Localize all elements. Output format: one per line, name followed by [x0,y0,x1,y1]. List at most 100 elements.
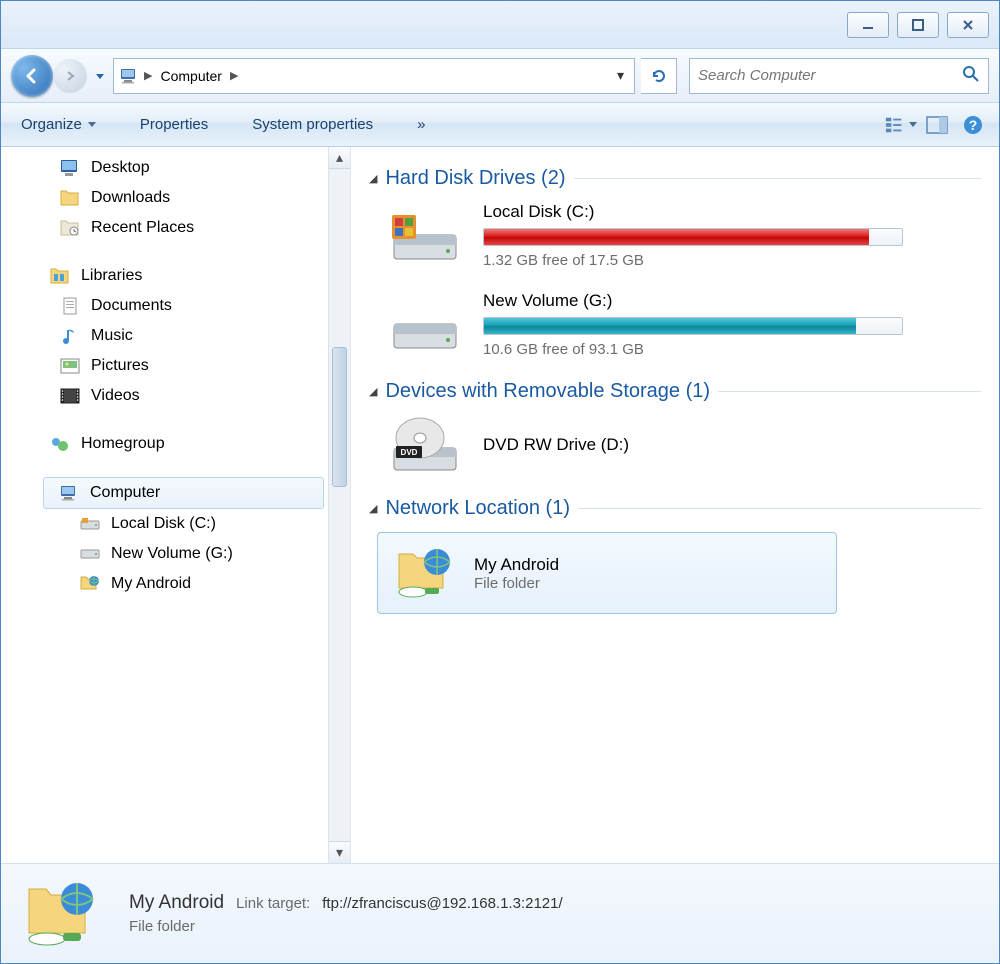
section-title: Network Location (1) [385,497,570,520]
collapse-icon[interactable]: ◢ [369,385,377,398]
network-location-my-android[interactable]: My Android File folder [377,532,837,614]
sidebar-item-label: Local Disk (C:) [111,515,216,533]
sidebar-item-label: Documents [91,297,172,315]
system-properties-button[interactable]: System properties [242,112,383,137]
preview-pane-button[interactable] [921,111,953,139]
svg-text:DVD: DVD [401,448,418,457]
drive-icon [79,513,101,535]
sidebar-item-recent-places[interactable]: Recent Places [1,213,350,243]
sidebar-item-label: My Android [111,575,191,593]
help-button[interactable]: ? [957,111,989,139]
sidebar-item-label: Videos [91,387,140,405]
sidebar-item-label: Pictures [91,357,149,375]
network-folder-icon [394,545,458,601]
sidebar-item-label: Libraries [81,267,142,285]
sidebar-item-label: Recent Places [91,219,194,237]
section-hard-disk-drives: ◢ Hard Disk Drives (2) [369,167,981,190]
details-link-target: ftp://zfranciscus@192.168.1.3:2121/ [322,895,562,912]
search-input[interactable] [698,67,962,84]
refresh-button[interactable] [641,58,677,94]
drive-free-space: 1.32 GB free of 17.5 GB [483,252,903,269]
drive-dvd-rw[interactable]: DVD DVD RW Drive (D:) [385,415,981,475]
network-location-type: File folder [474,575,559,592]
organize-menu[interactable]: Organize [11,112,106,137]
svg-text:?: ? [969,117,978,133]
sidebar-item-pictures[interactable]: Pictures [1,351,350,381]
breadcrumb-bar[interactable]: ▶ Computer ▶ ▾ [113,58,635,94]
pictures-icon [59,355,81,377]
scroll-down-icon[interactable]: ▾ [329,841,350,863]
dvd-drive-name: DVD RW Drive (D:) [483,435,629,455]
sidebar-item-new-volume-g[interactable]: New Volume (G:) [1,539,350,569]
documents-icon [59,295,81,317]
downloads-folder-icon [59,187,81,209]
section-title: Devices with Removable Storage (1) [385,380,710,403]
recent-places-icon [59,217,81,239]
sidebar-item-computer[interactable]: Computer [43,477,324,509]
chevron-right-icon[interactable]: ▶ [228,69,240,82]
sidebar-item-my-android[interactable]: My Android [1,569,350,599]
homegroup-icon [49,433,71,455]
collapse-icon[interactable]: ◢ [369,502,377,515]
music-icon [59,325,81,347]
libraries-icon [49,265,71,287]
dvd-drive-icon: DVD [385,415,465,475]
sidebar-item-libraries[interactable]: Libraries [1,261,350,291]
title-bar [1,1,999,49]
sidebar-item-label: Desktop [91,159,150,177]
breadcrumb-computer[interactable]: Computer [156,68,225,84]
network-folder-icon [21,878,105,950]
search-icon[interactable] [962,65,980,86]
hard-drive-icon [385,295,465,355]
maximize-button[interactable] [897,12,939,38]
details-link-target-label: Link target: [236,895,310,912]
divider [578,508,981,509]
sidebar-item-music[interactable]: Music [1,321,350,351]
properties-button[interactable]: Properties [130,112,218,137]
details-pane: My Android Link target: ftp://zfranciscu… [1,863,999,963]
nav-history-dropdown[interactable] [93,59,107,93]
address-dropdown[interactable]: ▾ [611,67,630,84]
collapse-icon[interactable]: ◢ [369,172,377,185]
sidebar-item-label: Homegroup [81,435,165,453]
details-title: My Android [129,892,224,914]
drive-capacity-bar [483,228,903,246]
scroll-up-icon[interactable]: ▴ [329,147,350,169]
drive-local-disk-c[interactable]: Local Disk (C:) 1.32 GB free of 17.5 GB [385,202,981,269]
drive-name: New Volume (G:) [483,291,903,311]
videos-icon [59,385,81,407]
chevron-right-icon[interactable]: ▶ [142,69,154,82]
content-area: ▴ ▾ Desktop Downloads Recent Places [1,147,999,863]
close-button[interactable] [947,12,989,38]
section-title: Hard Disk Drives (2) [385,167,565,190]
network-location-name: My Android [474,555,559,575]
main-content: ◢ Hard Disk Drives (2) Local Disk (C:) 1… [351,147,999,863]
search-box[interactable] [689,58,989,94]
address-bar: ▶ Computer ▶ ▾ [1,49,999,103]
sidebar-item-documents[interactable]: Documents [1,291,350,321]
back-button[interactable] [11,55,53,97]
sidebar-item-homegroup[interactable]: Homegroup [1,429,350,459]
toolbar-overflow[interactable]: » [407,112,435,137]
toolbar: Organize Properties System properties » … [1,103,999,147]
computer-icon [118,65,140,87]
scrollbar-thumb[interactable] [332,347,347,487]
organize-label: Organize [21,116,82,133]
details-type: File folder [129,918,563,935]
minimize-button[interactable] [847,12,889,38]
sidebar-item-local-disk-c[interactable]: Local Disk (C:) [1,509,350,539]
view-options-button[interactable] [885,111,917,139]
sidebar-libraries-group: Libraries Documents Music Pictures Video… [1,261,350,411]
sidebar-scrollbar[interactable]: ▴ ▾ [328,147,350,863]
sidebar-item-desktop[interactable]: Desktop [1,153,350,183]
forward-button[interactable] [53,59,87,93]
computer-icon [58,482,80,504]
drive-free-space: 10.6 GB free of 93.1 GB [483,341,903,358]
desktop-icon [59,157,81,179]
navigation-pane: ▴ ▾ Desktop Downloads Recent Places [1,147,351,863]
drive-new-volume-g[interactable]: New Volume (G:) 10.6 GB free of 93.1 GB [385,291,981,358]
divider [574,178,982,179]
sidebar-item-downloads[interactable]: Downloads [1,183,350,213]
sidebar-item-videos[interactable]: Videos [1,381,350,411]
sidebar-item-label: Computer [90,484,160,502]
